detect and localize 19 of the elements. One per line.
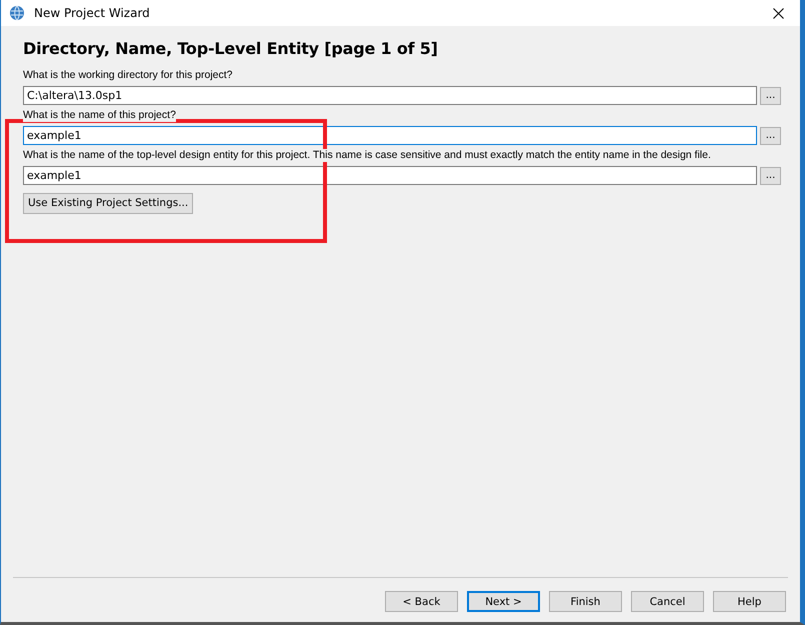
text-field[interactable]: C:\altera\13.0sp1 (23, 86, 757, 105)
text-field[interactable]: example1 (23, 126, 757, 145)
globe-icon (9, 5, 25, 21)
wizard-button[interactable]: Finish (549, 591, 622, 612)
wizard-button[interactable]: Cancel (631, 591, 704, 612)
browse-button[interactable]: ... (760, 126, 781, 144)
wizard-button[interactable]: < Back (385, 591, 458, 612)
wizard-button[interactable]: Next > (467, 591, 540, 612)
close-icon[interactable] (773, 8, 784, 18)
field-label: What is the working directory for this project? (23, 69, 232, 82)
browse-button[interactable]: ... (760, 166, 781, 184)
browse-button[interactable]: ... (760, 86, 781, 104)
field-label: What is the name of the top-level design entity for this project. This name is case sensitive and must exactly match the entity name in the design file. (23, 149, 711, 162)
page-heading: Directory, Name, Top-Level Entity [page 1 of 5] (23, 39, 439, 58)
text-field[interactable]: example1 (23, 166, 757, 185)
wizard-button[interactable]: Help (713, 591, 786, 612)
field-label: What is the name of this project? (23, 109, 176, 122)
window-title: New Project Wizard (34, 6, 150, 20)
use-existing-settings-button[interactable]: Use Existing Project Settings... (23, 192, 194, 214)
